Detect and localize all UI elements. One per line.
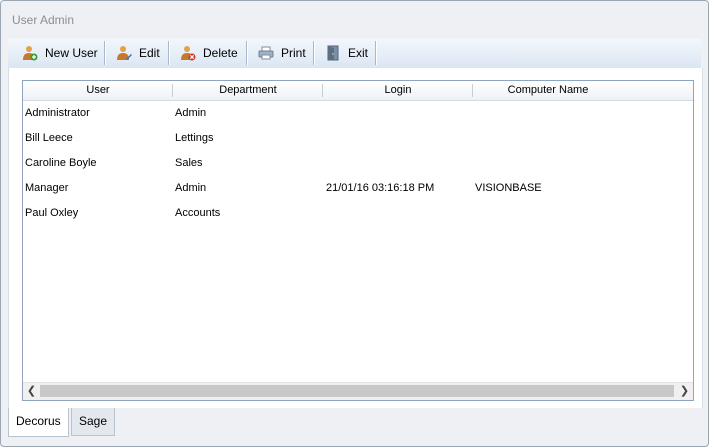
new-user-button[interactable]: New User bbox=[16, 38, 104, 68]
print-label: Print bbox=[281, 46, 306, 60]
title-bar: User Admin bbox=[1, 1, 708, 37]
toolbar-separator bbox=[168, 41, 169, 65]
delete-label: Delete bbox=[203, 46, 238, 60]
horizontal-scrollbar[interactable]: ❮ ❯ bbox=[23, 382, 693, 400]
column-header-user[interactable]: User bbox=[23, 81, 173, 100]
column-header-department[interactable]: Department bbox=[173, 81, 323, 100]
toolbar-separator bbox=[313, 41, 314, 65]
cell-user: Administrator bbox=[25, 107, 90, 119]
print-button[interactable]: Print bbox=[252, 38, 312, 68]
cell-department: Accounts bbox=[175, 207, 221, 219]
main-panel: User Department Login Computer Name Admi… bbox=[8, 68, 703, 408]
table-row[interactable]: Administrator Admin bbox=[23, 101, 693, 126]
new-user-label: New User bbox=[45, 46, 98, 60]
window-title: User Admin bbox=[12, 13, 75, 27]
table-row[interactable]: Manager Admin 21/01/16 03:16:18 PM VISIO… bbox=[23, 176, 693, 201]
user-add-icon bbox=[22, 45, 38, 61]
toolbar-separator bbox=[246, 41, 247, 65]
cell-department: Lettings bbox=[175, 132, 214, 144]
tab-decorus[interactable]: Decorus bbox=[8, 408, 69, 437]
toolbar-separator bbox=[375, 41, 376, 65]
scrollbar-thumb[interactable] bbox=[40, 385, 674, 397]
table-row[interactable]: Paul Oxley Accounts bbox=[23, 201, 693, 226]
tab-strip: Decorus Sage bbox=[8, 408, 701, 438]
grid-header: User Department Login Computer Name bbox=[23, 81, 693, 101]
column-header-login[interactable]: Login bbox=[323, 81, 473, 100]
cell-user: Manager bbox=[25, 182, 69, 194]
cell-user: Caroline Boyle bbox=[25, 157, 97, 169]
cell-user: Bill Leece bbox=[25, 132, 73, 144]
cell-user: Paul Oxley bbox=[25, 207, 79, 219]
cell-department: Sales bbox=[175, 157, 203, 169]
cell-login: 21/01/16 03:16:18 PM bbox=[326, 182, 435, 194]
exit-label: Exit bbox=[348, 46, 369, 60]
user-admin-window: User Admin New User Edit Delete Print Ex… bbox=[0, 0, 709, 447]
column-header-computer-name[interactable]: Computer Name bbox=[473, 81, 623, 100]
user-edit-icon bbox=[116, 45, 132, 61]
exit-button[interactable]: Exit bbox=[319, 38, 374, 68]
scroll-left-icon[interactable]: ❮ bbox=[23, 383, 40, 400]
cell-department: Admin bbox=[175, 107, 207, 119]
table-row[interactable]: Bill Leece Lettings bbox=[23, 126, 693, 151]
cell-department: Admin bbox=[175, 182, 207, 194]
user-delete-icon bbox=[180, 45, 196, 61]
printer-icon bbox=[258, 45, 274, 61]
toolbar-separator bbox=[104, 41, 105, 65]
edit-label: Edit bbox=[139, 46, 160, 60]
toolbar: New User Edit Delete Print Exit bbox=[8, 37, 701, 68]
users-grid[interactable]: User Department Login Computer Name Admi… bbox=[22, 80, 694, 401]
table-row[interactable]: Caroline Boyle Sales bbox=[23, 151, 693, 176]
delete-button[interactable]: Delete bbox=[174, 38, 244, 68]
cell-computer-name: VISIONBASE bbox=[475, 182, 542, 194]
edit-button[interactable]: Edit bbox=[110, 38, 166, 68]
scroll-right-icon[interactable]: ❯ bbox=[676, 383, 693, 400]
tab-sage[interactable]: Sage bbox=[71, 408, 116, 436]
exit-door-icon bbox=[325, 45, 341, 61]
